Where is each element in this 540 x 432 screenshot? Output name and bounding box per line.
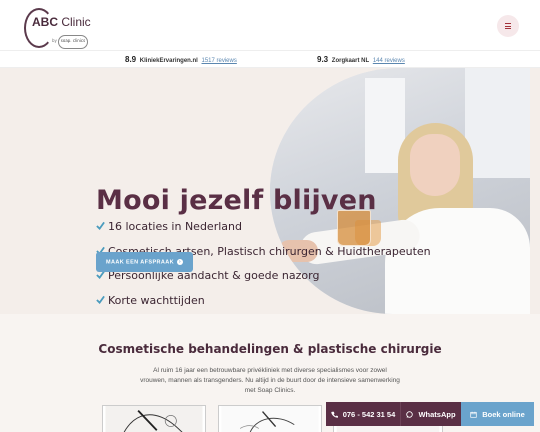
abc-clinic-logo[interactable]: ABC Clinic by soap. clinics — [24, 8, 96, 49]
check-icon — [96, 221, 105, 230]
usp-item: 16 locaties in Nederland — [96, 219, 431, 244]
usp-item: Persoonlijke aandacht & goede nazorg — [96, 268, 431, 293]
contact-bar: 076 - 542 31 54 WhatsApp Boek online — [326, 402, 534, 426]
hero-title: Mooi jezelf blijven — [96, 185, 377, 216]
logo-by: by — [52, 38, 57, 43]
rating-site: Zorgkaart NL — [331, 58, 370, 64]
rating-score: 9.3 — [317, 55, 329, 64]
section-text: Al ruim 16 jaar een betrouwbare privékli… — [140, 367, 400, 394]
rating-score: 8.9 — [125, 55, 137, 64]
whatsapp-button[interactable]: WhatsApp — [400, 402, 461, 426]
sketch-image — [105, 406, 203, 432]
phone-button[interactable]: 076 - 542 31 54 — [326, 402, 400, 426]
soap-clinics-logo: soap. clinics — [58, 35, 88, 49]
logo-text: ABC Clinic — [32, 15, 91, 29]
treatment-thumbnail[interactable] — [218, 405, 322, 432]
menu-button[interactable] — [497, 15, 519, 37]
sketch-image — [221, 406, 319, 432]
rating-site: KliniekErvaringen.nl — [139, 58, 198, 64]
hero-section: Mooi jezelf blijven 16 locaties in Neder… — [0, 68, 540, 314]
rating-reviews-link[interactable]: 1517 reviews — [202, 58, 237, 64]
ratings-bar: 8.9 KliniekErvaringen.nl 1517 reviews 9.… — [0, 51, 540, 68]
rating-kliniekervaringen: 8.9 KliniekErvaringen.nl 1517 reviews — [125, 55, 237, 64]
rating-zorgkaart: 9.3 Zorgkaart NL 144 reviews — [317, 55, 405, 64]
book-online-button[interactable]: Boek online — [461, 402, 534, 426]
calendar-icon — [470, 411, 477, 418]
make-appointment-button[interactable]: MAAK EEN AFSPRAAK › — [96, 252, 193, 272]
hamburger-icon — [505, 23, 511, 25]
whatsapp-icon — [406, 410, 414, 418]
phone-icon — [331, 411, 338, 418]
site-header: ABC Clinic by soap. clinics — [0, 0, 540, 51]
rating-reviews-link[interactable]: 144 reviews — [373, 58, 405, 64]
treatment-thumbnail[interactable] — [102, 405, 206, 432]
usp-item: Korte wachttijden — [96, 293, 431, 314]
section-title: Cosmetische behandelingen & plastische c… — [98, 342, 442, 356]
arrow-right-icon: › — [177, 258, 183, 265]
check-icon — [96, 295, 105, 305]
